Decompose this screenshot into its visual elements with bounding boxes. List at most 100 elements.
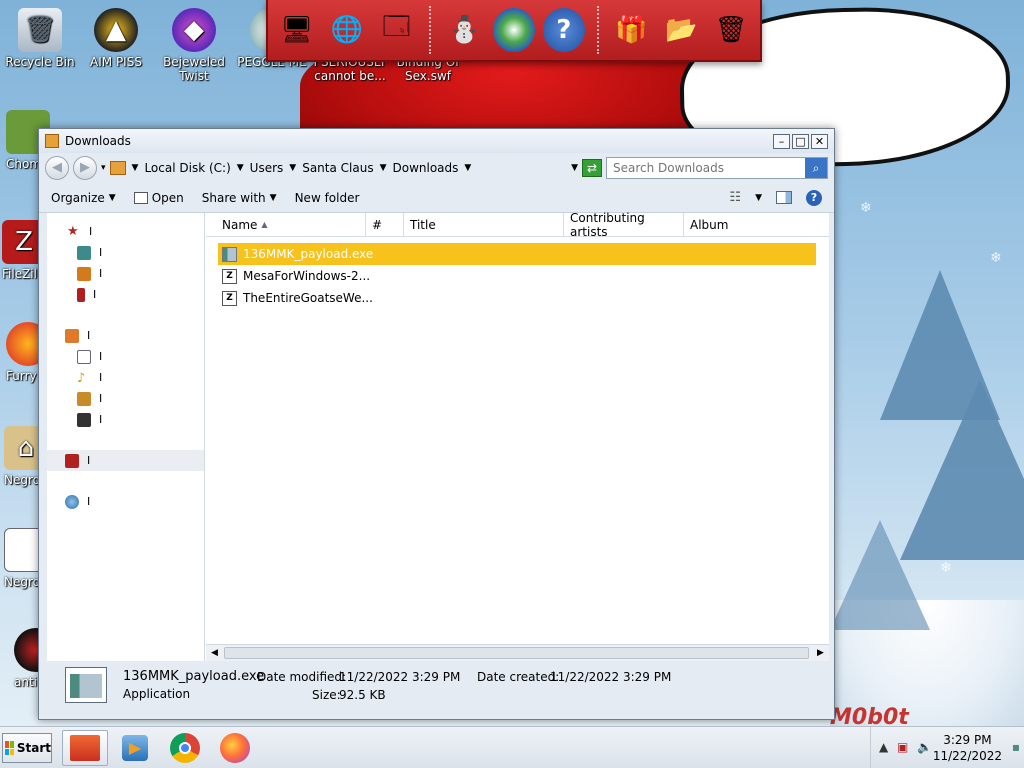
nav-item[interactable]: I: [47, 242, 204, 263]
chevron-down-icon[interactable]: ▼: [464, 163, 471, 173]
preview-pane-icon[interactable]: [776, 191, 792, 204]
windows-logo-icon[interactable]: [493, 8, 535, 52]
chevron-down-icon[interactable]: ▼: [380, 163, 387, 173]
chevron-down-icon[interactable]: ▼: [755, 193, 762, 203]
volume-icon[interactable]: 🔈: [917, 740, 932, 754]
content-area: ★ I I I I I I ♪ I I I I I Name ▲ # Title…: [47, 211, 829, 661]
globe-network-icon[interactable]: 🌐: [326, 8, 368, 52]
show-desktop-icon[interactable]: ▪: [1012, 740, 1020, 754]
forward-button[interactable]: ▶: [73, 156, 97, 180]
breadcrumb-item[interactable]: Downloads: [393, 161, 459, 175]
refresh-button[interactable]: ⇄: [582, 159, 602, 177]
address-dropdown-icon[interactable]: ▼: [571, 163, 578, 173]
snowflake-decoration: ❄: [940, 560, 952, 576]
nav-item-homegroup[interactable]: I: [47, 450, 204, 471]
column-header-contributing-artists[interactable]: Contributing artists: [564, 211, 684, 239]
share-with-button[interactable]: Share with ▼: [202, 191, 277, 205]
folder-icon: [109, 161, 126, 175]
recycle-bin-icon[interactable]: 🗑: [710, 8, 752, 52]
help-icon[interactable]: ?: [542, 8, 585, 52]
details-filename: 136MMK_payload.exe: [123, 669, 265, 684]
minimize-button[interactable]: –: [773, 133, 790, 149]
file-row[interactable]: Z MesaForWindows-2...: [206, 265, 806, 287]
maximize-button[interactable]: □: [792, 133, 809, 149]
command-bar: Organize ▼ Open Share with ▼ New folder …: [39, 183, 834, 213]
new-folder-button[interactable]: New folder: [295, 191, 360, 205]
details-date-modified: 11/22/2022 3:29 PM: [339, 670, 461, 684]
explorer-icon[interactable]: [62, 730, 108, 766]
nav-item-label: I: [87, 329, 91, 342]
column-header-album[interactable]: Album: [684, 213, 824, 236]
nav-item[interactable]: I: [47, 284, 204, 305]
organize-button[interactable]: Organize ▼: [51, 191, 116, 205]
column-header-title[interactable]: Title: [404, 213, 564, 236]
recent-pages-icon[interactable]: ▾: [101, 163, 106, 173]
chevron-down-icon[interactable]: ▼: [132, 163, 139, 173]
documents-icon: [77, 349, 91, 364]
desktop-icon-aim[interactable]: ▲ AIM PISS: [78, 8, 154, 69]
column-header-name[interactable]: Name ▲: [206, 213, 366, 236]
desktop-icon-label: Recycle Bin: [5, 55, 75, 69]
scrollbar-thumb[interactable]: [224, 647, 809, 659]
nav-item-label: I: [99, 246, 103, 259]
breadcrumb[interactable]: ▼ Local Disk (C:) ▼ Users ▼ Santa Claus …: [109, 157, 578, 179]
column-header-number[interactable]: #: [366, 213, 404, 236]
firefox-icon[interactable]: [212, 730, 258, 766]
show-hidden-icons-icon[interactable]: ▲: [879, 740, 888, 754]
computer-icon: [65, 494, 79, 509]
control-panel-icon[interactable]: 🗔: [376, 8, 418, 52]
network-icon[interactable]: ▣: [897, 740, 908, 754]
gift-icon[interactable]: 🎁: [611, 8, 653, 52]
chrome-icon[interactable]: [162, 730, 208, 766]
search-icon[interactable]: ⌕: [805, 158, 827, 178]
scroll-right-arrow[interactable]: ▶: [812, 645, 829, 661]
nav-item[interactable]: I: [47, 409, 204, 430]
search-box[interactable]: ⌕: [606, 157, 828, 179]
santa-computer-icon[interactable]: 🖥: [276, 8, 318, 52]
desktop-icon-label: FileZill: [2, 267, 41, 281]
nav-item[interactable]: I: [47, 388, 204, 409]
column-headers: Name ▲ # Title Contributing artists Albu…: [206, 211, 829, 239]
nav-item[interactable]: I: [47, 263, 204, 284]
desktop-icon-recycle-bin[interactable]: 🗑 Recycle Bin: [2, 8, 78, 69]
chevron-down-icon[interactable]: ▼: [289, 163, 296, 173]
breadcrumb-item[interactable]: Users: [250, 161, 284, 175]
file-row[interactable]: 136MMK_payload.exe: [218, 243, 816, 265]
media-player-icon[interactable]: ▶: [112, 730, 158, 766]
downloads-icon: [77, 266, 91, 281]
snowman-icon[interactable]: ⛄: [443, 8, 485, 52]
dock-separator: [596, 6, 599, 54]
desktop-icon-filezilla[interactable]: Z FileZill: [2, 220, 46, 281]
desktop-icon-label: Bejeweled Twist: [163, 55, 225, 83]
window-titlebar[interactable]: Downloads – □ ✕: [39, 129, 834, 153]
rocket-dock: 🖥 🌐 🗔 ⛄ ? 🎁 📂 🗑: [266, 0, 762, 62]
nav-item-favorites[interactable]: ★ I: [47, 221, 204, 242]
nav-item-label: I: [87, 495, 91, 508]
nav-item[interactable]: ♪ I: [47, 367, 204, 388]
view-options-icon[interactable]: ☷: [729, 190, 741, 205]
desktop-icon-bejeweled[interactable]: ◆ Bejeweled Twist: [156, 8, 232, 83]
chevron-down-icon[interactable]: ▼: [237, 163, 244, 173]
help-icon[interactable]: ?: [806, 189, 822, 206]
back-button[interactable]: ◀: [45, 156, 69, 180]
nav-item-computer[interactable]: I: [47, 491, 204, 512]
nav-item-libraries[interactable]: I: [47, 325, 204, 346]
nav-item-label: I: [99, 350, 103, 363]
file-row[interactable]: Z TheEntireGoatseWe...: [206, 287, 806, 309]
details-size-label: Size:: [312, 688, 341, 702]
wallpaper-tree: [830, 520, 930, 630]
clock[interactable]: 3:29 PM 11/22/2022: [933, 732, 1002, 764]
start-button[interactable]: Start: [2, 733, 52, 763]
nav-item-label: I: [99, 392, 103, 405]
breadcrumb-item[interactable]: Local Disk (C:): [144, 161, 230, 175]
nav-item[interactable]: I: [47, 346, 204, 367]
close-button[interactable]: ✕: [811, 133, 828, 149]
scroll-left-arrow[interactable]: ◀: [206, 645, 223, 661]
sort-ascending-icon: ▲: [261, 220, 268, 229]
breadcrumb-item[interactable]: Santa Claus: [302, 161, 373, 175]
open-button[interactable]: Open: [133, 191, 184, 205]
horizontal-scrollbar[interactable]: ◀ ▶: [206, 644, 829, 661]
search-input[interactable]: [613, 161, 805, 175]
folder-icon[interactable]: 📂: [660, 8, 702, 52]
aim-icon: ▲: [94, 8, 138, 52]
